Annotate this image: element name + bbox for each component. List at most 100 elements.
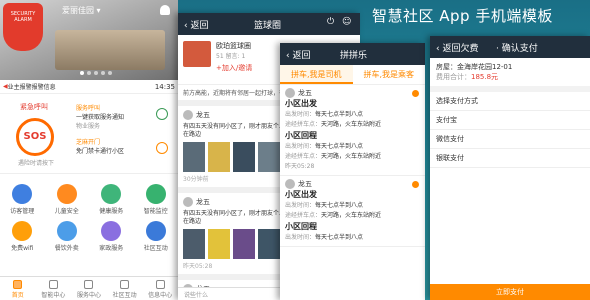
- unionpay-option[interactable]: 银联支付: [430, 149, 590, 168]
- service-grid-label: 家政服务: [99, 245, 124, 252]
- card-user: 龙五: [298, 180, 312, 188]
- service-grid-label: 访客管理: [10, 208, 35, 215]
- tab-label: 服务中心: [76, 292, 101, 299]
- visitor-icon: [12, 184, 33, 204]
- community-icon: [145, 221, 166, 241]
- service-grid: 访客管理 儿童安全 健康服务 智能监控免费wifi 餐饮外卖 家政服务 社区互动: [0, 178, 178, 252]
- avatar: [285, 88, 295, 98]
- wifi-icon: [12, 221, 33, 241]
- tab-label: 社区互动: [112, 292, 137, 299]
- pay-now-button[interactable]: 立即支付: [430, 284, 590, 300]
- bottom-tab[interactable]: 服务中心: [71, 277, 107, 300]
- tab-icon: [155, 280, 165, 289]
- service-grid-label: 智能监控: [143, 208, 168, 215]
- bottom-tab-bar: 首页 智能中心 服务中心 社区互动 信息中心: [0, 276, 178, 300]
- card-heading: 小区出发: [285, 99, 317, 108]
- tab-driver[interactable]: 拼车,我是司机: [280, 65, 353, 84]
- home-screen: SECURITY ALARM 爱丽佳园 ▾ ◀ 业主报警报警信息 14:35 紧…: [0, 0, 178, 300]
- open-door[interactable]: 芝麻开门 免门禁卡通行小区: [76, 138, 124, 156]
- page-title: 拼拼乐: [340, 51, 368, 61]
- users-icon[interactable]: ☺: [342, 17, 351, 27]
- card-date: 昨天05:28: [285, 163, 315, 170]
- tab-icon: [84, 280, 94, 289]
- service-grid-item[interactable]: 儿童安全: [45, 184, 90, 215]
- carpool-screen: ‹ 返回 拼拼乐 拼车,我是司机 拼车,我是乘客 龙五 小区出发 出发时间：每天…: [280, 43, 425, 300]
- carpool-tabs: 拼车,我是司机 拼车,我是乘客: [280, 65, 425, 85]
- card-user: 龙五: [298, 89, 312, 97]
- back-button[interactable]: ‹ 返回欠费: [436, 41, 478, 54]
- back-button[interactable]: ‹ 返回: [286, 48, 310, 61]
- avatar: [285, 179, 295, 189]
- join-button[interactable]: +加入/邀请: [216, 63, 252, 73]
- hero-banner[interactable]: SECURITY ALARM 爱丽佳园 ▾: [0, 0, 178, 80]
- service-grid-label: 儿童安全: [54, 208, 79, 215]
- avatar[interactable]: [183, 197, 193, 207]
- service-grid-item[interactable]: 社区互动: [134, 221, 179, 252]
- post-time: 30分钟前: [183, 176, 209, 183]
- amount: 185.8元: [471, 73, 499, 81]
- alarm-text: 业主报警报警信息: [7, 84, 56, 91]
- bell-icon[interactable]: [160, 5, 170, 15]
- service-grid-item[interactable]: 餐饮外卖: [45, 221, 90, 252]
- camera-icon: [145, 184, 166, 204]
- page-title: 篮球圈: [254, 21, 282, 31]
- back-button[interactable]: ‹ 返回: [184, 18, 208, 31]
- phone-icon[interactable]: [156, 108, 168, 120]
- bottom-tab[interactable]: 社区互动: [107, 277, 143, 300]
- tab-icon: [48, 280, 58, 289]
- post-user: 龙五: [196, 198, 210, 206]
- bottom-tab[interactable]: 首页: [0, 277, 36, 300]
- card-heading: 小区出发: [285, 190, 317, 199]
- service-grid-label: 健康服务: [99, 208, 124, 215]
- service-grid-label: 免费wifi: [11, 245, 34, 252]
- service-grid-item[interactable]: 智能监控: [134, 184, 179, 215]
- banner-title: 智慧社区 App 手机端模板: [372, 7, 553, 25]
- food-icon: [56, 221, 77, 241]
- group-stats: 51 留言: 1: [216, 53, 246, 60]
- quick-actions: 紧急呼叫 SOS 遇险时请按下 服务呼叫 一键获取服务通知 物业服务 芝麻开门 …: [0, 94, 178, 174]
- method-header: 选择支付方式: [430, 92, 590, 111]
- service-grid-item[interactable]: 访客管理: [0, 184, 45, 215]
- payment-screen: ‹ 返回欠费 · 确认支付 房屋：金海岸花园12-01 费用合计：185.8元 …: [430, 36, 590, 300]
- service-grid-label: 社区互动: [143, 245, 168, 252]
- bottom-tab[interactable]: 智能中心: [36, 277, 72, 300]
- service-call[interactable]: 服务呼叫 一键获取服务通知 物业服务: [76, 104, 124, 131]
- sos-button[interactable]: SOS: [16, 118, 54, 156]
- group-title: 欧珀篮球圈: [216, 42, 251, 50]
- navbar: ‹ 返回 拼拼乐: [280, 43, 425, 65]
- child-icon: [56, 184, 77, 204]
- card-heading: 小区回程: [285, 131, 317, 140]
- service-grid-item[interactable]: 健康服务: [89, 184, 134, 215]
- tab-icon: [13, 280, 23, 289]
- room-address: 房屋：金海岸花园12-01: [436, 63, 513, 71]
- sos-subtitle: 遇险时请按下: [18, 160, 55, 167]
- service-grid-item[interactable]: 家政服务: [89, 221, 134, 252]
- security-shield-icon: SECURITY ALARM: [3, 3, 43, 51]
- power-icon[interactable]: ⏻: [327, 17, 334, 27]
- wechat-pay-option[interactable]: 微信支付: [430, 130, 590, 149]
- carousel-dots: [80, 71, 112, 75]
- tab-label: 首页: [11, 292, 24, 299]
- house-image: [55, 30, 165, 70]
- avatar[interactable]: [183, 110, 193, 120]
- page-title: · 确认支付: [496, 44, 538, 54]
- clock: 14:35: [154, 82, 175, 91]
- service-grid-item[interactable]: 免费wifi: [0, 221, 45, 252]
- user-icon: [412, 181, 419, 188]
- carpool-card[interactable]: 龙五 小区出发 出发时间：每天七点半到八点 途经拼车点：天河路，火车东站附近 小…: [280, 85, 425, 176]
- chevron-down-icon: ▾: [96, 6, 101, 15]
- tab-icon: [120, 280, 130, 289]
- carpool-card[interactable]: 龙五 小区出发 出发时间：每天七点半到八点 途经拼车点：天河路，火车东站附近 小…: [280, 176, 425, 247]
- group-thumbnail: [183, 41, 211, 67]
- pause-icon[interactable]: [156, 142, 168, 154]
- home-selector[interactable]: 爱丽佳园 ▾: [62, 5, 101, 16]
- sos-title: 紧急呼叫: [20, 103, 48, 111]
- bill-summary: 房屋：金海岸花园12-01 费用合计：185.8元: [430, 58, 590, 92]
- tab-label: 智能中心: [41, 292, 66, 299]
- bottom-tab[interactable]: 信息中心: [142, 277, 178, 300]
- alipay-option[interactable]: 支付宝: [430, 111, 590, 130]
- navbar: ‹ 返回欠费 · 确认支付: [430, 36, 590, 58]
- alarm-bar[interactable]: ◀ 业主报警报警信息 14:35: [0, 80, 178, 94]
- cleaning-icon: [101, 221, 122, 241]
- tab-passenger[interactable]: 拼车,我是乘客: [353, 65, 426, 84]
